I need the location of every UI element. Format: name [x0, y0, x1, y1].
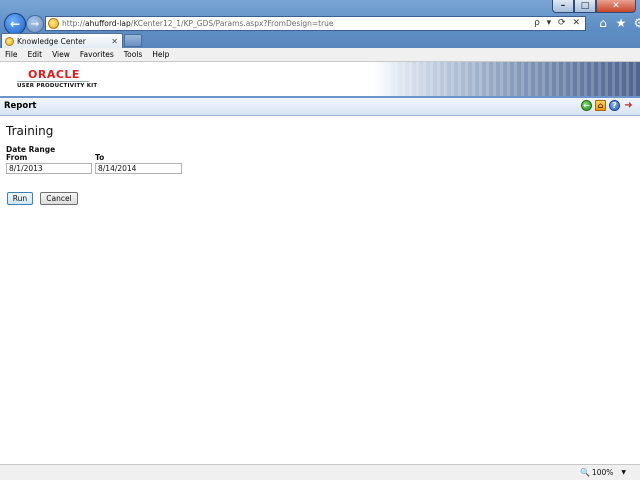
browser-titlebar: – □ ✕ ← → http://ahufford-lap/KCenter12_… [0, 0, 640, 48]
forward-button[interactable]: → [26, 15, 44, 33]
run-button[interactable]: Run [7, 192, 33, 205]
menu-favorites[interactable]: Favorites [75, 50, 119, 59]
window-controls: – □ ✕ [552, 0, 636, 13]
zoom-magnifier-icon: 🔍 [579, 468, 590, 477]
logo-divider [17, 81, 89, 82]
oracle-logo: ORACLE [28, 68, 80, 81]
from-date-input[interactable] [6, 163, 92, 174]
url-prefix: http:// [62, 19, 85, 28]
maximize-button[interactable]: □ [574, 0, 596, 13]
browser-toolbar-right: ⌂ ★ ⚙ [592, 16, 640, 30]
from-label: From [6, 153, 28, 162]
url-host: ahufford-lap [84, 19, 131, 28]
help-icon[interactable]: ? [609, 100, 620, 111]
menu-view[interactable]: View [47, 50, 75, 59]
zoom-control[interactable]: 🔍 100% ▼ [580, 468, 626, 477]
tools-gear-icon[interactable]: ⚙ [632, 16, 640, 30]
back-arrow-icon: ← [9, 17, 21, 31]
address-url[interactable]: http://ahufford-lap/KCenter12_1/KP_GDS/P… [62, 19, 334, 28]
address-tools-icons[interactable]: ρ ▾ ⟳ ✕ [534, 18, 582, 28]
menu-tools[interactable]: Tools [119, 50, 147, 59]
status-bar: 🔍 100% ▼ [0, 464, 640, 480]
close-window-button[interactable]: ✕ [596, 0, 636, 13]
tab-title: Knowledge Center [17, 36, 86, 46]
new-tab-button[interactable] [124, 34, 142, 47]
to-label: To [95, 153, 105, 162]
url-path: /KCenter12_1/KP_GDS/Params.aspx?FromDesi… [130, 19, 334, 28]
banner-decoration [374, 62, 640, 97]
menu-file[interactable]: File [0, 50, 23, 59]
to-date-input[interactable] [95, 163, 182, 174]
home-icon[interactable]: ⌂ [596, 16, 610, 30]
back-icon[interactable]: ← [581, 100, 592, 111]
tab-close-icon[interactable]: ✕ [111, 37, 118, 46]
zoom-dropdown-icon[interactable]: ▼ [621, 469, 626, 476]
page-banner: ORACLE USER PRODUCTIVITY KIT [0, 62, 640, 97]
cancel-button[interactable]: Cancel [40, 192, 78, 205]
minimize-button[interactable]: – [552, 0, 574, 13]
tab-ie-icon [5, 36, 14, 46]
exit-icon[interactable]: ➜ [623, 100, 634, 111]
report-toolbar: ← ⌂ ? ➜ [578, 100, 634, 111]
upk-product-name: USER PRODUCTIVITY KIT [17, 83, 98, 89]
address-bar[interactable]: http://ahufford-lap/KCenter12_1/KP_GDS/P… [45, 16, 586, 31]
ie-page-icon [48, 18, 59, 29]
tab-knowledge-center[interactable]: Knowledge Center ✕ [1, 33, 123, 48]
zoom-level: 100% [591, 468, 614, 477]
report-header-bar: Report ← ⌂ ? ➜ [0, 98, 640, 116]
forward-arrow-icon: → [30, 18, 40, 30]
page-title: Training [6, 124, 54, 138]
menu-edit[interactable]: Edit [23, 50, 48, 59]
report-title: Report [4, 101, 37, 111]
menu-bar: File Edit View Favorites Tools Help [0, 48, 640, 62]
favorites-star-icon[interactable]: ★ [614, 16, 628, 30]
menu-help[interactable]: Help [147, 50, 174, 59]
home-icon[interactable]: ⌂ [595, 100, 606, 111]
back-button[interactable]: ← [4, 13, 26, 35]
